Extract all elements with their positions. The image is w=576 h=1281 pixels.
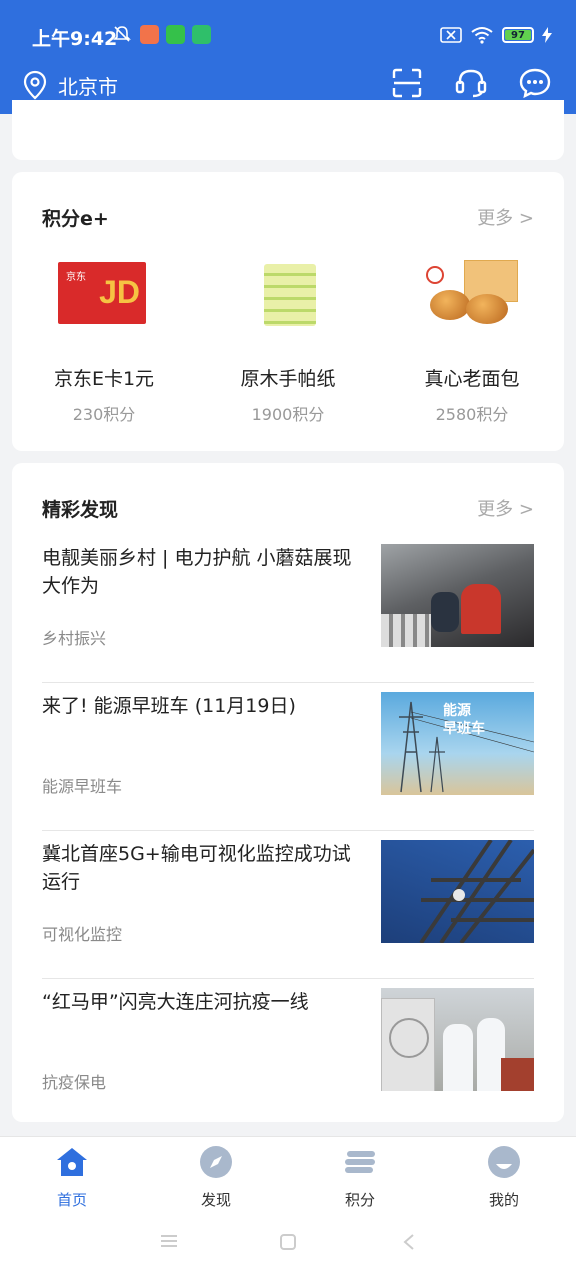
tab-mine[interactable]: 我的 [432,1145,576,1210]
news-item[interactable]: 电靓美丽乡村 | 电力护航 小蘑菇展现大作为 乡村振兴 [42,534,534,683]
discover-section-title: 精彩发现 [42,499,119,521]
news-title: 来了! 能源早班车 (11月19日) [42,695,296,717]
chat-bubble-icon [519,68,551,99]
steel-tower-graphic [419,840,534,943]
bread-image [422,250,522,340]
tab-label: 首页 [56,1191,87,1209]
product-points: 1900积分 [251,405,325,424]
news-thumbnail [381,840,534,943]
news-title: “红马甲”闪亮大连庄河抗疫一线 [42,991,309,1013]
tab-home[interactable]: 首页 [0,1145,144,1210]
app-header: 上午9:42 97 北京市 [0,0,576,114]
points-more-link[interactable]: 更多 > [477,204,534,230]
news-thumbnail [381,544,534,647]
news-title: 电靓美丽乡村 | 电力护航 小蘑菇展现大作为 [42,547,352,597]
headset-icon [455,69,487,98]
message-button[interactable] [518,66,552,100]
news-item[interactable]: 来了! 能源早班车 (11月19日) 能源早班车 能源 早班车 [42,682,534,831]
location-pin-icon [23,70,47,100]
battery-level: 97 [511,29,525,41]
back-nav-button[interactable] [402,1233,416,1255]
product-name: 京东E卡1元 [53,368,155,390]
wifi-icon [471,27,493,44]
scan-icon [392,68,422,98]
home-icon [57,1148,87,1176]
menu-nav-button[interactable] [160,1233,178,1253]
news-thumbnail [381,988,534,1091]
tissue-image [238,250,338,340]
status-right: 97 [440,24,552,46]
product-points: 230积分 [72,405,136,424]
sim-icon [440,27,462,43]
profile-face-icon [488,1146,520,1178]
product-item[interactable]: 真心老面包 2580积分 [380,250,564,425]
battery-icon: 97 [502,27,534,43]
tab-label: 我的 [488,1191,519,1209]
back-chevron-icon [403,1234,414,1250]
notification-app-icon-1 [140,25,159,44]
tab-label: 发现 [200,1191,231,1209]
top-card [12,100,564,160]
tab-label: 积分 [344,1191,375,1209]
status-bar: 上午9:42 97 [0,0,576,70]
notification-app-icon-2 [166,25,185,44]
tab-discover[interactable]: 发现 [144,1145,288,1210]
charging-icon [542,27,552,43]
jd-card-logo: JD [99,274,140,310]
product-name: 真心老面包 [424,368,520,390]
notification-app-icon-3 [192,25,211,44]
news-item[interactable]: 冀北首座5G+输电可视化监控成功试运行 可视化监控 [42,830,534,979]
bottom-tab-bar: 首页 发现 积分 我的 [0,1136,576,1281]
points-mall-card: 积分e+ 更多 > 京东 JD 京东E卡1元 230积分 原木手帕纸 1900积… [12,172,564,451]
location-city: 北京市 [58,74,118,99]
discover-more-link[interactable]: 更多 > [477,495,534,521]
product-points: 2580积分 [435,405,509,424]
thumb-caption: 能源 早班车 [443,703,485,737]
product-item[interactable]: 京东 JD 京东E卡1元 230积分 [12,250,196,425]
news-tag: 能源早班车 [42,777,123,796]
tab-points[interactable]: 积分 [288,1145,432,1210]
points-section-title: 积分e+ [42,208,109,230]
news-item[interactable]: “红马甲”闪亮大连庄河抗疫一线 抗疫保电 [42,978,534,1126]
discover-card: 精彩发现 更多 > 电靓美丽乡村 | 电力护航 小蘑菇展现大作为 乡村振兴 来了… [12,463,564,1122]
square-home-icon [280,1234,296,1250]
system-nav-bar [0,1233,576,1263]
news-tag: 乡村振兴 [42,629,107,648]
jd-card-image: 京东 JD [54,250,154,340]
news-tag: 可视化监控 [42,925,123,944]
product-name: 原木手帕纸 [240,368,336,390]
customer-service-button[interactable] [454,66,488,100]
menu-lines-icon [161,1235,177,1247]
news-tag: 抗疫保电 [42,1073,107,1092]
product-item[interactable]: 原木手帕纸 1900积分 [196,250,380,425]
scan-button[interactable] [390,66,424,100]
location-selector[interactable]: 北京市 [22,70,118,100]
jd-card-brand: 京东 [66,272,86,283]
points-stack-icon [345,1151,375,1173]
home-nav-button[interactable] [279,1233,297,1255]
compass-icon [200,1146,232,1178]
news-thumbnail: 能源 早班车 [381,692,534,795]
mute-bell-icon [113,26,131,42]
news-title: 冀北首座5G+输电可视化监控成功试运行 [42,843,351,893]
status-time: 上午9:42 [32,28,118,50]
